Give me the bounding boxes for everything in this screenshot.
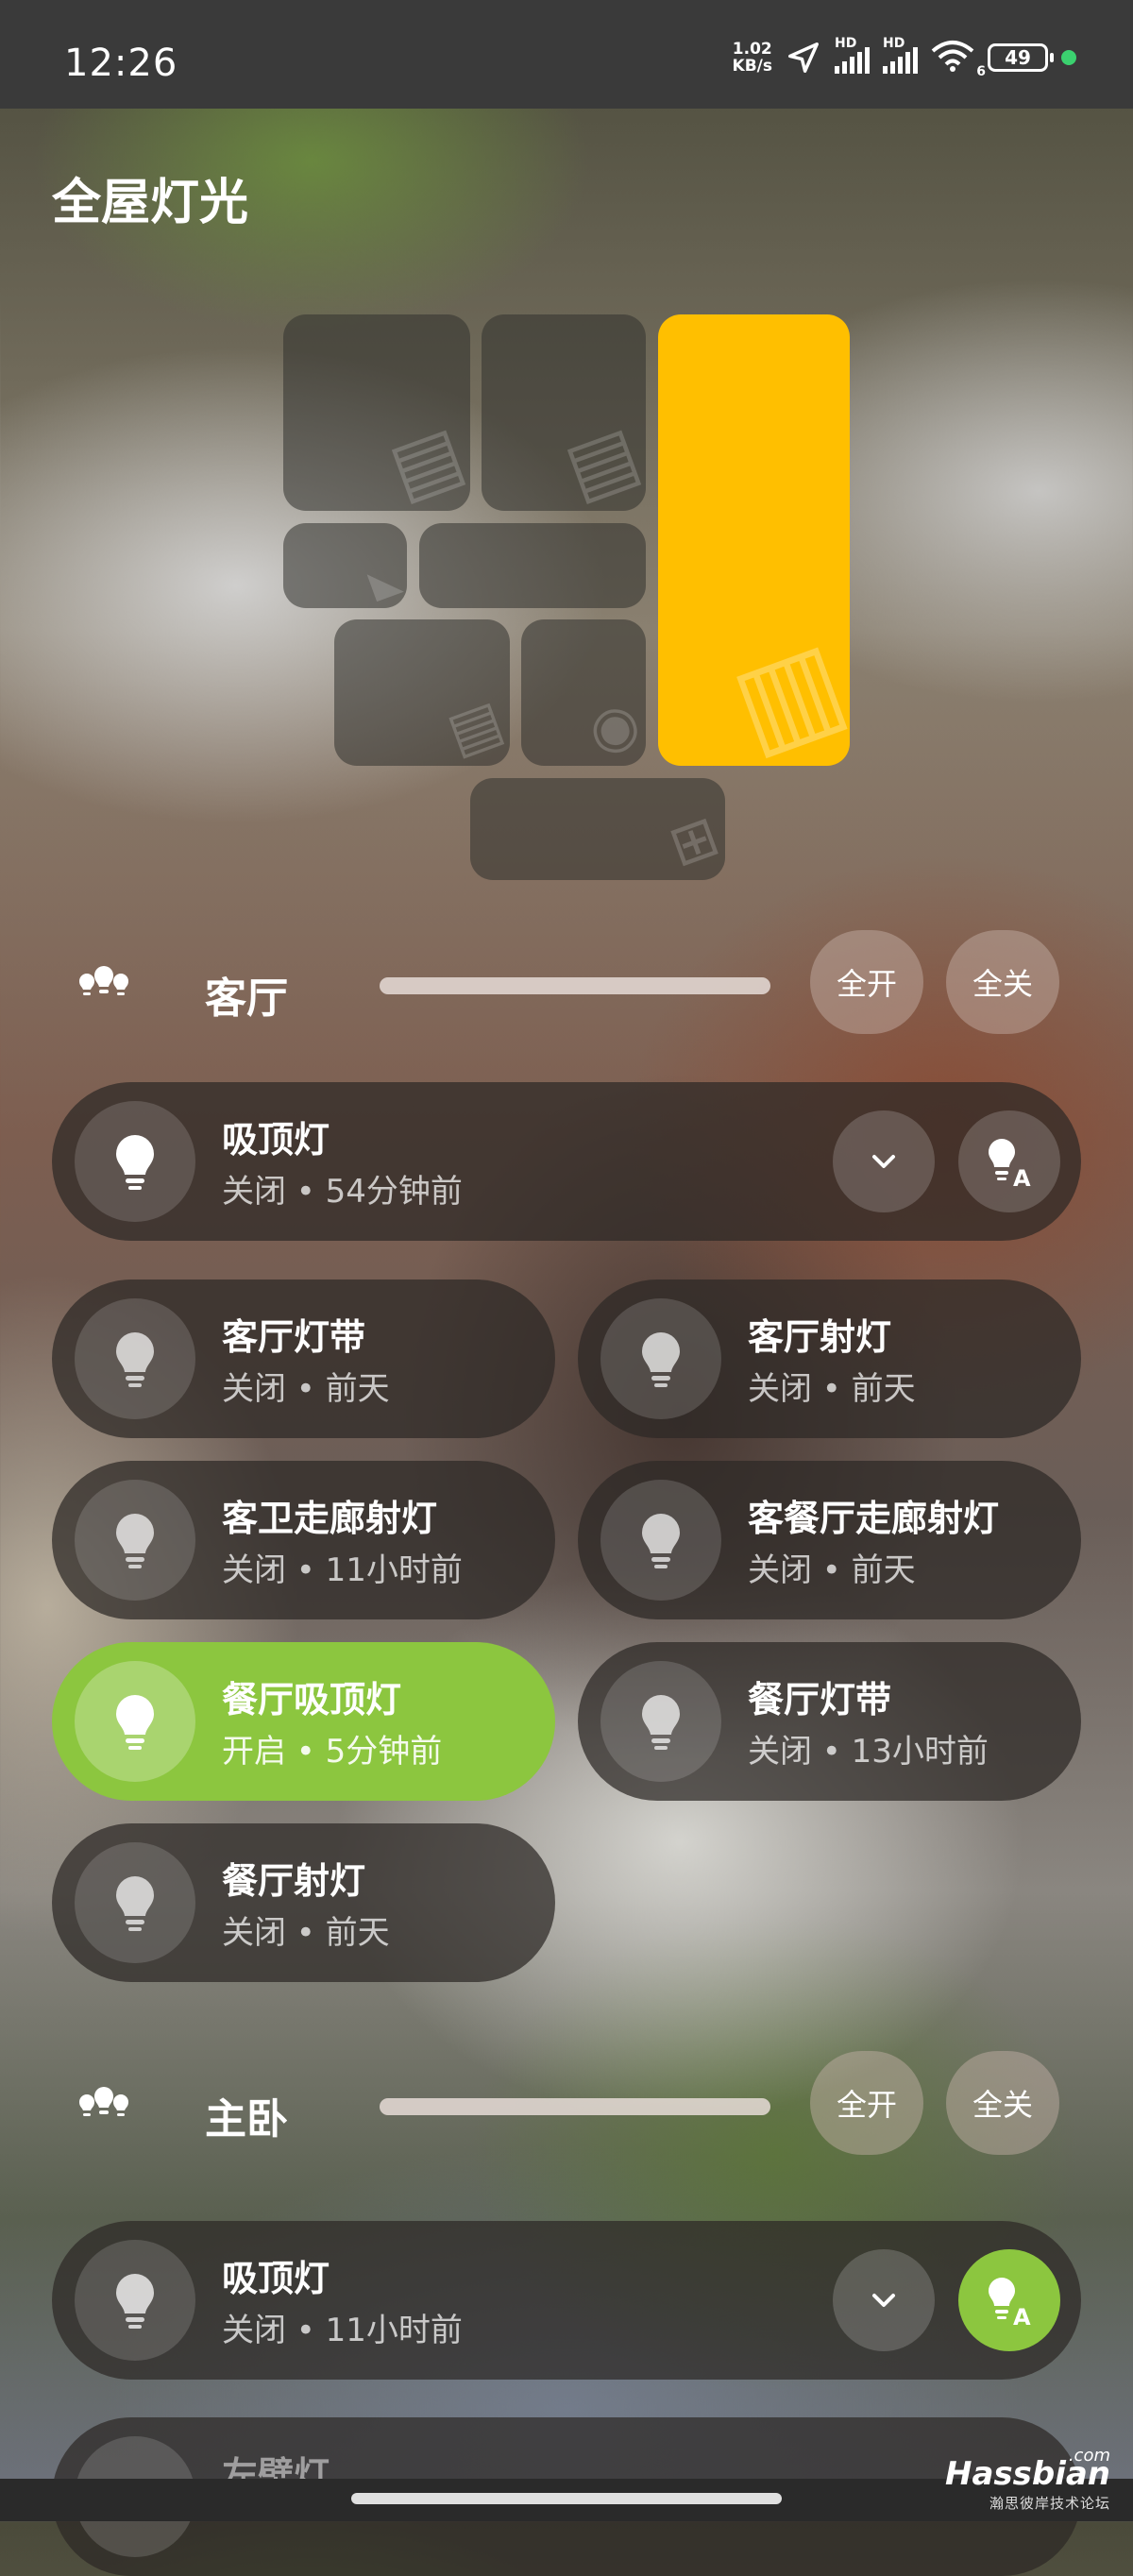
light-name: 餐厅射灯: [222, 1860, 366, 1902]
room-tile-laundry[interactable]: ◉: [521, 619, 646, 766]
light-name: 客卫走廊射灯: [222, 1498, 438, 1539]
light-status: 关闭 • 54分钟前: [222, 1173, 463, 1211]
light-name: 吸顶灯: [222, 1119, 330, 1161]
light-status: 关闭 • 前天: [222, 1370, 390, 1408]
bulb-icon[interactable]: [75, 1101, 195, 1222]
bulb-auto-icon: A: [989, 2278, 1031, 2329]
bed-icon: ▤: [553, 407, 646, 511]
light-card[interactable]: 客厅灯带 关闭 • 前天: [52, 1280, 555, 1438]
bulb-icon[interactable]: [600, 1661, 721, 1782]
network-speed-unit: KB/s: [732, 57, 772, 76]
wifi-band: 6: [976, 64, 986, 79]
light-status: 关闭 • 前天: [748, 1370, 916, 1408]
svg-text:A: A: [1013, 2304, 1031, 2329]
bathtub-icon: ◣: [364, 555, 406, 606]
light-status: 关闭 • 前天: [748, 1551, 916, 1589]
wifi-icon: 6: [931, 40, 986, 79]
chevron-down-icon: [872, 1155, 895, 1168]
bed-icon: ▤: [439, 686, 510, 766]
all-off-button[interactable]: 全关: [946, 930, 1059, 1034]
sofa-icon: ▥: [716, 614, 850, 766]
auto-light-button[interactable]: A: [958, 1110, 1060, 1212]
section-title: 主卧: [205, 2095, 288, 2144]
light-card[interactable]: 客卫走廊射灯 关闭 • 11小时前: [52, 1461, 555, 1619]
room-tile-living-room[interactable]: ▥: [658, 314, 850, 766]
light-name: 吸顶灯: [222, 2258, 330, 2299]
all-on-button[interactable]: 全开: [810, 2051, 923, 2155]
section-title: 客厅: [205, 974, 288, 1023]
light-name: 餐厅灯带: [748, 1679, 892, 1720]
light-card[interactable]: 客厅射灯 关闭 • 前天: [578, 1280, 1081, 1438]
room-tile-bedroom-2[interactable]: ▤: [482, 314, 646, 511]
status-bar: 12:26 1.02 KB/s HD HD 6 49: [0, 0, 1133, 109]
status-icons: 1.02 KB/s HD HD 6 49: [733, 36, 1076, 79]
signal-icon-1: HD: [835, 36, 870, 74]
light-card-on[interactable]: 餐厅吸顶灯 开启 • 5分钟前: [52, 1642, 555, 1801]
bulb-icon[interactable]: [600, 1298, 721, 1419]
watermark: .com Hassbian 瀚思彼岸技术论坛: [945, 2446, 1110, 2513]
light-card[interactable]: 餐厅射灯 关闭 • 前天: [52, 1823, 555, 1982]
lamp-group-icon[interactable]: [76, 958, 132, 1015]
signal-icon-2: HD: [883, 36, 918, 74]
section-header-master-bedroom: 主卧 全开 全关: [0, 2051, 1133, 2164]
section-header-living-room: 客厅 全开 全关: [0, 930, 1133, 1043]
location-icon: [788, 42, 819, 73]
chevron-down-icon: [872, 2294, 895, 2307]
dining-table-icon: ⊞: [660, 802, 725, 880]
room-tile-dining[interactable]: ⊞: [470, 778, 725, 880]
svg-text:A: A: [1013, 1165, 1031, 1190]
brightness-slider[interactable]: [380, 977, 770, 994]
light-name: 餐厅吸顶灯: [222, 1679, 402, 1720]
battery-icon: 49: [988, 43, 1054, 72]
expand-button[interactable]: [833, 1110, 935, 1212]
watermark-sub: 瀚思彼岸技术论坛: [989, 2495, 1110, 2512]
room-tile-bath[interactable]: ◣: [283, 523, 407, 608]
network-speed-value: 1.02: [732, 40, 772, 59]
privacy-dot: [1061, 50, 1076, 65]
light-card-ceiling[interactable]: 吸顶灯 关闭 • 54分钟前 A: [52, 1082, 1081, 1241]
light-card[interactable]: 餐厅灯带 关闭 • 13小时前: [578, 1642, 1081, 1801]
brightness-slider[interactable]: [380, 2098, 770, 2115]
auto-light-button[interactable]: A: [958, 2249, 1060, 2351]
all-off-button[interactable]: 全关: [946, 2051, 1059, 2155]
expand-button[interactable]: [833, 2249, 935, 2351]
light-status: 关闭 • 11小时前: [222, 1551, 463, 1589]
bulb-icon[interactable]: [75, 1842, 195, 1963]
lamp-group-icon[interactable]: [76, 2079, 132, 2136]
bulb-icon[interactable]: [75, 1298, 195, 1419]
hd-label-2: HD: [883, 36, 905, 51]
bulb-icon[interactable]: [600, 1480, 721, 1601]
bulb-icon[interactable]: [75, 1661, 195, 1782]
bed-icon: ▤: [378, 407, 470, 511]
light-status: 关闭 • 11小时前: [222, 2312, 463, 2349]
light-card-ceiling[interactable]: 吸顶灯 关闭 • 11小时前 A: [52, 2221, 1081, 2380]
page-title: 全屋灯光: [52, 175, 249, 231]
bulb-icon[interactable]: [75, 2240, 195, 2361]
home-gesture-handle[interactable]: [351, 2493, 782, 2504]
watermark-com: .com: [1068, 2446, 1110, 2466]
room-tile-hall[interactable]: [419, 523, 646, 608]
hd-label-1: HD: [835, 36, 857, 51]
room-tile-bedroom-1[interactable]: ▤: [283, 314, 470, 511]
light-status: 开启 • 5分钟前: [222, 1733, 443, 1771]
light-status: 关闭 • 前天: [222, 1914, 390, 1952]
light-card[interactable]: 客餐厅走廊射灯 关闭 • 前天: [578, 1461, 1081, 1619]
light-status: 关闭 • 13小时前: [748, 1733, 989, 1771]
washer-icon: ◉: [579, 687, 646, 766]
light-name: 客厅灯带: [222, 1316, 366, 1358]
room-tile-bedroom-3[interactable]: ▤: [334, 619, 510, 766]
status-time: 12:26: [64, 42, 178, 85]
light-name: 客厅射灯: [748, 1316, 892, 1358]
all-on-button[interactable]: 全开: [810, 930, 923, 1034]
bulb-icon[interactable]: [75, 1480, 195, 1601]
bulb-auto-icon: A: [989, 1139, 1031, 1190]
network-speed: 1.02 KB/s: [733, 41, 772, 75]
light-name: 客餐厅走廊射灯: [748, 1498, 1000, 1539]
